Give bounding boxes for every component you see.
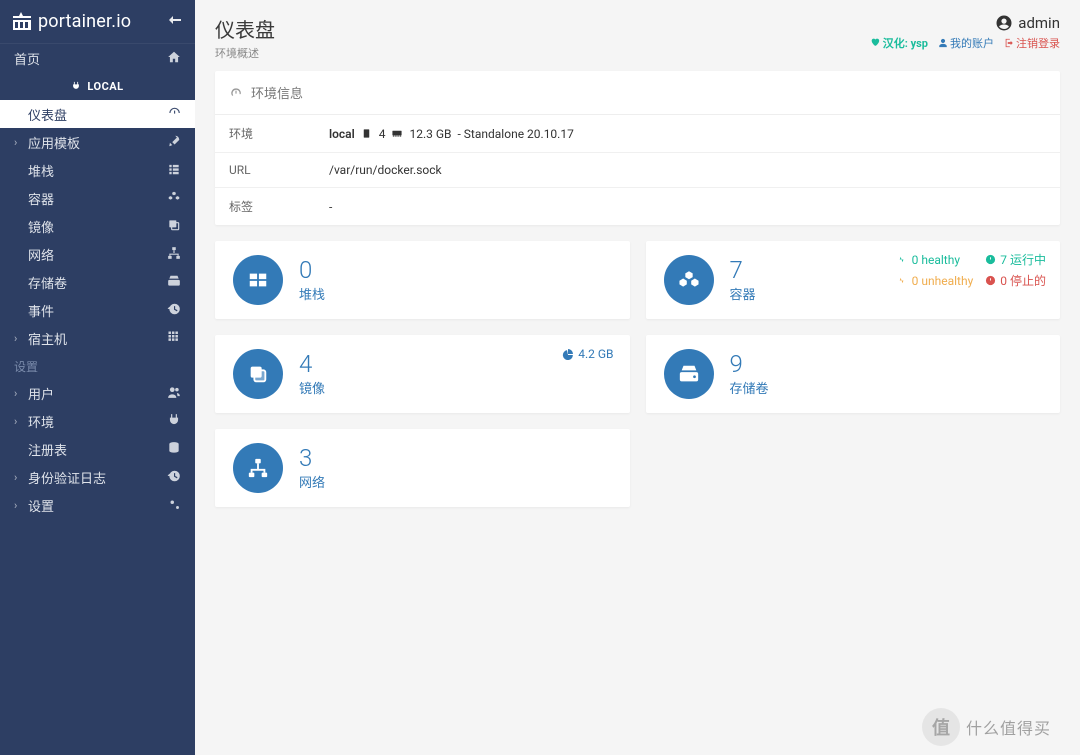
images-total-size: 4.2 GB: [562, 347, 613, 361]
nav-item-plug[interactable]: ›环境: [0, 407, 195, 435]
watermark: 值 什么值得买: [922, 707, 1072, 747]
nav-item-th[interactable]: ›宿主机: [0, 324, 195, 352]
chevron-right-icon: ›: [14, 471, 20, 484]
networks-icon: [233, 443, 283, 493]
watermark-icon: 值: [922, 708, 960, 746]
chevron-right-icon: ›: [14, 136, 20, 149]
translation-credit: 汉化: ysp: [870, 35, 928, 51]
chevron-right-icon: ›: [14, 499, 20, 512]
brand-logo[interactable]: portainer.io: [10, 10, 131, 34]
chevron-right-icon: ›: [14, 415, 20, 428]
nav-item-dashboard[interactable]: 仪表盘: [0, 100, 195, 128]
images-icon: [233, 349, 283, 399]
env-row-environment: 环境 local 4 12.3 GB - Standalone 20.10.17: [215, 115, 1060, 153]
plug-icon: [167, 413, 181, 430]
cpu-icon: [361, 128, 373, 140]
sitemap-icon: [167, 246, 181, 263]
nav-settings-heading: 设置: [0, 352, 195, 379]
th-icon: [167, 330, 181, 347]
stacks-icon: [233, 255, 283, 305]
nav-item-database[interactable]: 注册表: [0, 435, 195, 463]
dashboard-icon: [167, 106, 181, 123]
memory-icon: [391, 128, 403, 140]
user-icon: [938, 38, 948, 48]
page-header: 仪表盘 环境概述 admin 汉化: ysp 我的账户: [195, 0, 1080, 71]
container-status-badges: 0 healthy 7 运行中 0 unhealthy 0 停止的: [897, 251, 1046, 289]
my-account-link[interactable]: 我的账户: [938, 35, 994, 51]
page-title: 仪表盘: [215, 14, 275, 43]
nav-item-clone[interactable]: 镜像: [0, 212, 195, 240]
chevron-right-icon: ›: [14, 387, 20, 400]
dashboard-grid: 0 堆栈 7 容器 0 healthy 7 运行中 0 un: [215, 241, 1060, 507]
sign-out-icon: [1004, 38, 1014, 48]
nav-item-users[interactable]: ›用户: [0, 379, 195, 407]
nav-home[interactable]: 首页: [0, 44, 195, 72]
users-icon: [167, 385, 181, 402]
nav-item-list[interactable]: 堆栈: [0, 156, 195, 184]
clone-icon: [167, 218, 181, 235]
nav-item-rocket[interactable]: ›应用模板: [0, 128, 195, 156]
volumes-icon: [664, 349, 714, 399]
card-containers[interactable]: 7 容器 0 healthy 7 运行中 0 unhealthy 0 停止的: [646, 241, 1061, 319]
badge-healthy: 0 healthy: [897, 251, 974, 268]
sidebar: portainer.io 首页 LOCAL 仪表盘›应用模板堆栈容器镜像网络存储…: [0, 0, 195, 755]
card-images[interactable]: 4 镜像 4.2 GB: [215, 335, 630, 413]
user-indicator: admin: [870, 14, 1060, 32]
chevron-right-icon: ›: [14, 332, 20, 345]
rocket-icon: [167, 134, 181, 151]
card-volumes[interactable]: 9 存储卷: [646, 335, 1061, 413]
env-info-panel: 环境信息 环境 local 4 12.3 GB - Standalone 20.…: [215, 71, 1060, 225]
plug-icon: [71, 81, 81, 91]
badge-unhealthy: 0 unhealthy: [897, 272, 974, 289]
nav-settings-items: ›用户›环境注册表›身份验证日志›设置: [0, 379, 195, 519]
history-icon: [167, 302, 181, 319]
badge-running: 7 运行中: [985, 251, 1046, 268]
nav-item-history[interactable]: 事件: [0, 296, 195, 324]
list-icon: [167, 162, 181, 179]
hdd-icon: [167, 274, 181, 291]
heart-icon: [870, 37, 880, 47]
card-stacks[interactable]: 0 堆栈: [215, 241, 630, 319]
portainer-icon: [10, 10, 34, 34]
containers-icon: [664, 255, 714, 305]
nav-item-sitemap[interactable]: 网络: [0, 240, 195, 268]
card-networks[interactable]: 3 网络: [215, 429, 630, 507]
home-icon: [167, 50, 181, 67]
nav-main: 首页 LOCAL: [0, 44, 195, 100]
sidebar-header: portainer.io: [0, 0, 195, 44]
env-row-tags: 标签 -: [215, 188, 1060, 225]
user-circle-icon: [995, 14, 1013, 32]
database-icon: [167, 441, 181, 458]
sidebar-collapse-icon[interactable]: [167, 14, 183, 30]
history-icon: [167, 469, 181, 486]
cubes-icon: [167, 190, 181, 207]
env-info-title: 环境信息: [251, 83, 303, 102]
nav-item-cubes[interactable]: 容器: [0, 184, 195, 212]
page-subtitle: 环境概述: [215, 45, 275, 61]
nav-section-local: LOCAL: [0, 72, 195, 100]
env-row-url: URL /var/run/docker.sock: [215, 153, 1060, 188]
nav-item-cogs[interactable]: ›设置: [0, 491, 195, 519]
badge-stopped: 0 停止的: [985, 272, 1046, 289]
dashboard-icon: [229, 86, 243, 100]
logout-link[interactable]: 注销登录: [1004, 35, 1060, 51]
nav-item-hdd[interactable]: 存储卷: [0, 268, 195, 296]
main-content: 仪表盘 环境概述 admin 汉化: ysp 我的账户: [195, 0, 1080, 755]
pie-icon: [562, 348, 574, 360]
nav-item-history[interactable]: ›身份验证日志: [0, 463, 195, 491]
nav-local-items: 仪表盘›应用模板堆栈容器镜像网络存储卷事件›宿主机: [0, 100, 195, 352]
cogs-icon: [167, 497, 181, 514]
brand-text: portainer.io: [38, 11, 131, 32]
username: admin: [1018, 14, 1060, 32]
